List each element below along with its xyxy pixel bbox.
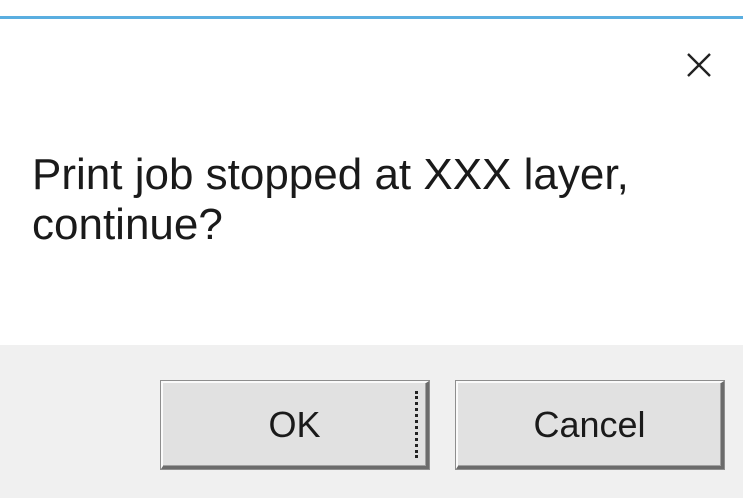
focus-indicator [412,391,418,458]
cancel-button[interactable]: Cancel [456,381,724,469]
ok-button-label: OK [268,403,321,445]
print-paused-dialog: Print job stopped at XXX layer, continue… [0,0,743,498]
close-button[interactable] [684,50,714,80]
dialog-top-border [0,16,743,19]
cancel-button-label: Cancel [533,403,646,445]
dialog-message: Print job stopped at XXX layer, continue… [32,150,629,249]
ok-button[interactable]: OK [161,381,429,469]
close-icon [687,53,711,77]
